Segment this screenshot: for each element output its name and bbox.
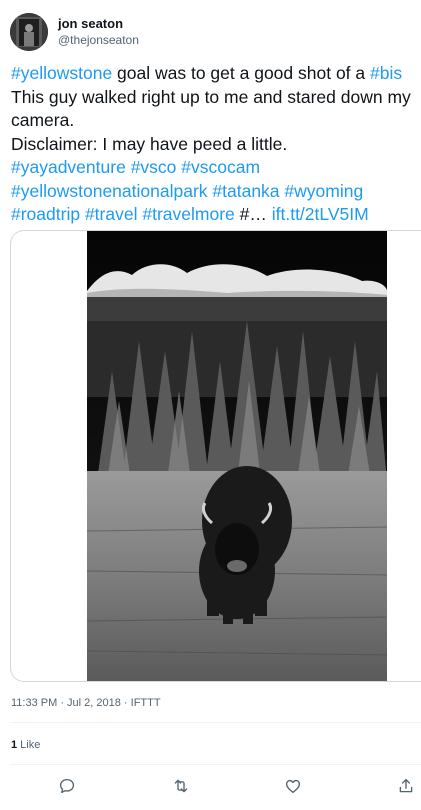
hashtag-link[interactable]: #vscocam <box>181 157 260 177</box>
hashtag-link[interactable]: #yellowstonenationalpark <box>11 181 208 201</box>
tweet-text-segment: camera. <box>11 110 75 130</box>
heart-icon <box>285 779 301 794</box>
url-link[interactable]: ift.tt/2tLV5IM <box>272 204 369 224</box>
hashtag-link[interactable]: #tatanka <box>212 181 279 201</box>
hashtag-link[interactable]: #yayadventure <box>11 157 126 177</box>
tweet-timestamp[interactable]: 11:33 PM · Jul 2, 2018 · IFTTT <box>11 697 161 709</box>
like-button[interactable] <box>281 774 305 798</box>
tweet-text-segment: goal was to get a good shot of a <box>112 63 370 83</box>
hashtag-link[interactable]: #yellowstone <box>11 63 112 83</box>
share-icon <box>399 778 413 793</box>
tweet-header: jon seaton @thejonseaton <box>10 11 139 53</box>
tweet-text-line: #yellowstone goal was to get a good shot… <box>11 62 421 86</box>
retweet-icon <box>174 779 188 793</box>
tweet-text-line: camera. <box>11 109 421 133</box>
tweet-text: #yellowstone goal was to get a good shot… <box>11 62 421 227</box>
tweet-text-line: #yellowstonenationalpark #tatanka #wyomi… <box>11 180 421 204</box>
hashtag-link[interactable]: #roadtrip <box>11 204 80 224</box>
reply-button[interactable] <box>55 774 79 798</box>
divider <box>10 722 421 723</box>
likes-label: Like <box>17 739 41 751</box>
retweet-button[interactable] <box>169 774 193 798</box>
tweet-text-segment: #… <box>234 204 272 224</box>
tweet-text-line: This guy walked right up to me and stare… <box>11 86 421 110</box>
user-handle[interactable]: @thejonseaton <box>58 32 139 49</box>
bison-photo[interactable] <box>87 231 387 681</box>
hashtag-link[interactable]: #wyoming <box>284 181 363 201</box>
share-button[interactable] <box>394 774 418 798</box>
hashtag-link[interactable]: #bis <box>370 63 402 83</box>
media-card[interactable] <box>10 230 421 682</box>
tweet-text-line: #yayadventure #vsco #vscocam <box>11 156 421 180</box>
tweet-actions <box>0 774 421 798</box>
tweet-text-line: Disclaimer: I may have peed a little. <box>11 133 421 157</box>
tweet-text-line: #roadtrip #travel #travelmore #… ift.tt/… <box>11 203 421 227</box>
display-name[interactable]: jon seaton <box>58 15 139 32</box>
divider <box>10 764 421 765</box>
likes-stat[interactable]: 1 Like <box>11 739 40 751</box>
tweet-text-segment: Disclaimer: I may have peed a little. <box>11 133 288 154</box>
hashtag-link[interactable]: #vsco <box>131 157 177 177</box>
avatar[interactable] <box>10 13 48 51</box>
reply-icon <box>59 778 75 794</box>
hashtag-link[interactable]: #travelmore <box>142 204 234 224</box>
hashtag-link[interactable]: #travel <box>85 204 138 224</box>
tweet-text-segment: This guy walked right up to me and stare… <box>11 86 411 107</box>
